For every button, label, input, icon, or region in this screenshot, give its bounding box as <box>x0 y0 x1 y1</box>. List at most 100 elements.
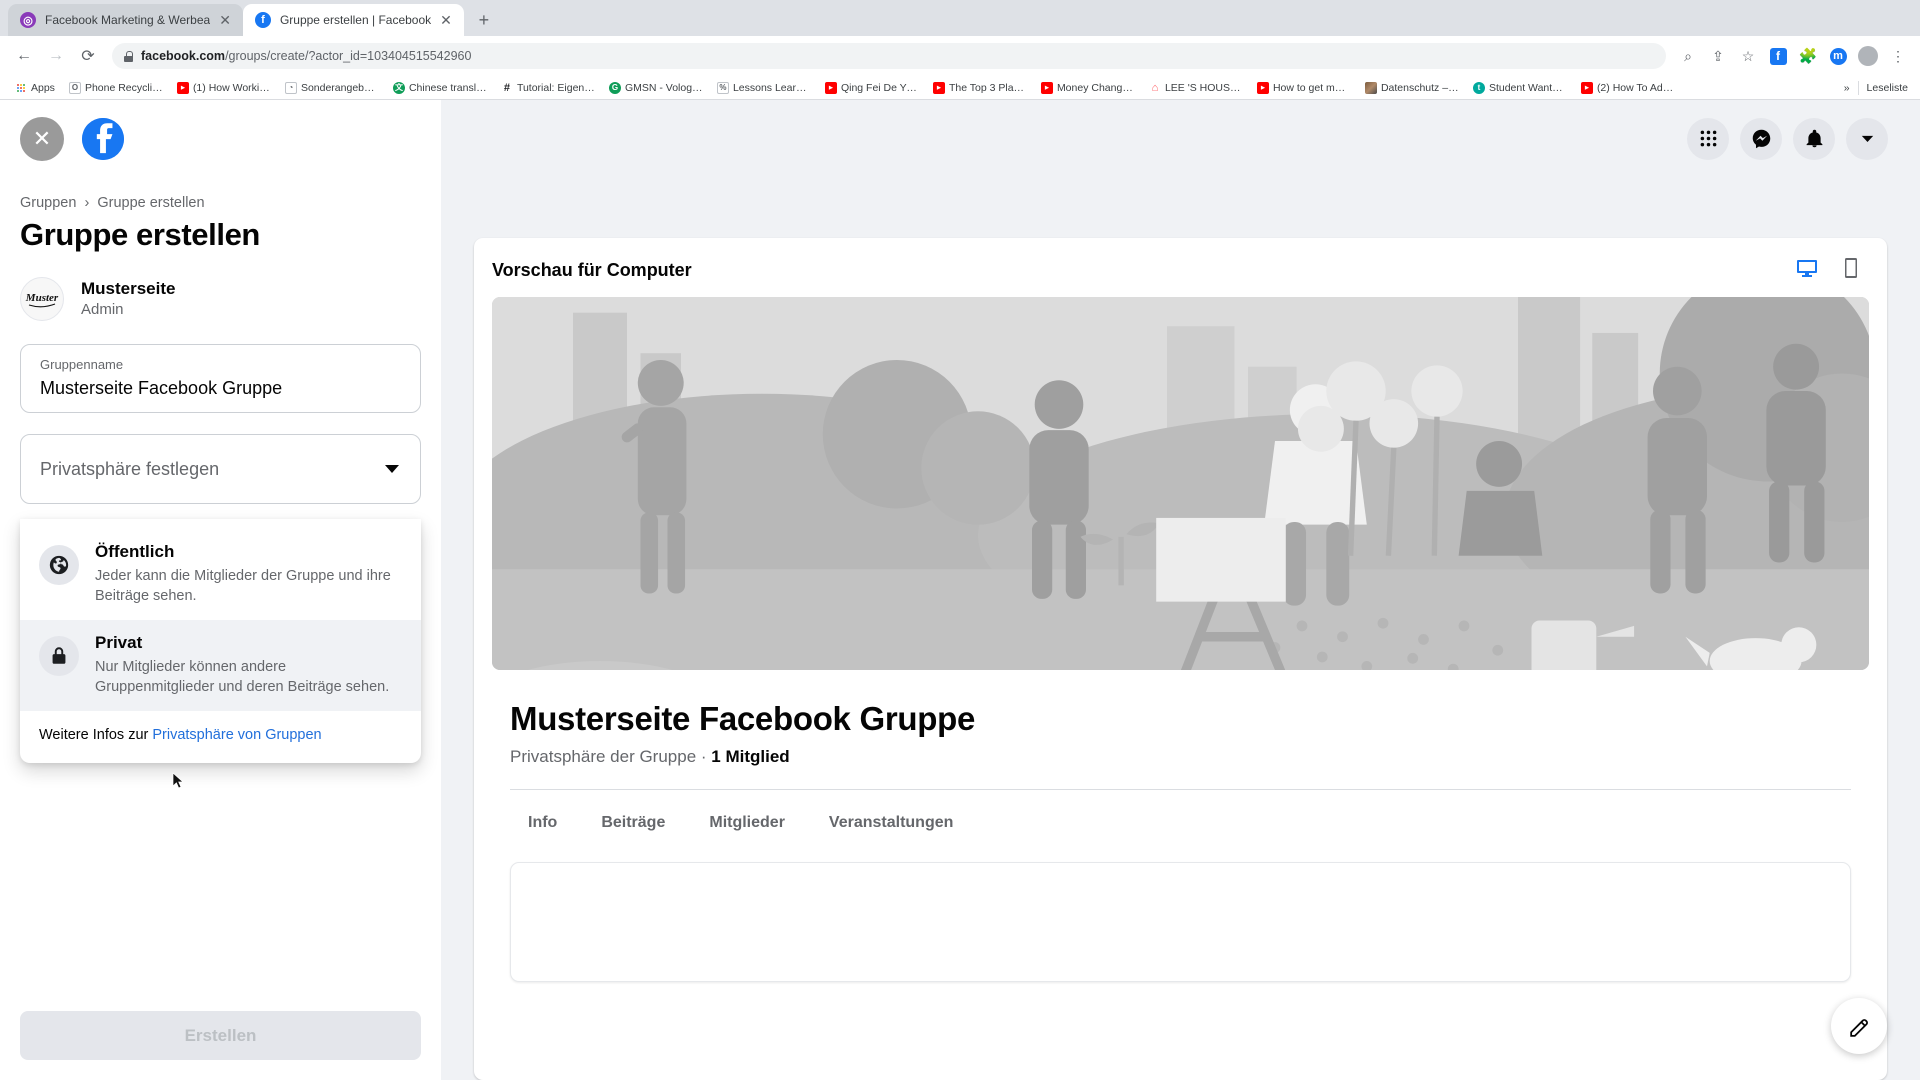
mouse-cursor <box>172 772 184 789</box>
account-name: Musterseite <box>81 279 176 299</box>
divider <box>1857 80 1859 95</box>
page-content: ✕ Gruppen › Gruppe erstellen Gruppe erst… <box>0 100 1920 1080</box>
bookmark-label: Chinese translatio <box>408 81 487 94</box>
tab-title: Facebook Marketing & Werbea <box>45 13 211 27</box>
privacy-info-link[interactable]: Privatsphäre von Gruppen <box>152 727 321 743</box>
hash-icon: # <box>503 81 510 94</box>
photo-icon <box>1364 81 1377 94</box>
mobile-view-icon[interactable] <box>1839 256 1863 285</box>
group-cover-image <box>492 297 1869 670</box>
bookmark-label: Money Changes E <box>1056 81 1135 94</box>
breadcrumb-current: Gruppe erstellen <box>97 195 205 211</box>
privacy-select-label: Privatsphäre festlegen <box>40 458 220 479</box>
browser-tab-1[interactable]: ◎ Facebook Marketing & Werbea ✕ <box>8 4 243 36</box>
bookmark-item[interactable]: Datenschutz – Re <box>1358 81 1466 94</box>
share-icon[interactable]: ⇪ <box>1706 44 1730 68</box>
close-icon[interactable]: ✕ <box>20 116 64 161</box>
white-circle-icon: % <box>716 81 729 94</box>
tab-beitraege[interactable]: Beiträge <box>583 798 683 848</box>
desktop-view-icon[interactable] <box>1795 256 1819 285</box>
bookmark-item[interactable]: % Lessons Learned f <box>710 81 818 94</box>
gardening-illustration <box>492 297 1869 670</box>
bookmark-label: How to get more v <box>1272 81 1351 94</box>
chevron-down-icon[interactable] <box>385 465 399 473</box>
messenger-extension-icon[interactable]: m <box>1826 44 1850 68</box>
puzzle-extension-icon[interactable]: 🧩 <box>1796 44 1820 68</box>
notifications-bell-icon[interactable] <box>1793 117 1835 160</box>
bookmark-item[interactable]: 文 Chinese translatio <box>386 81 494 94</box>
avatar: Muster <box>20 277 64 321</box>
bookmark-item[interactable]: G GMSN - Vologda, <box>602 81 710 94</box>
bookmark-item[interactable]: ◔ Sonderangebot! | <box>278 81 386 94</box>
breadcrumb: Gruppen › Gruppe erstellen <box>20 195 421 211</box>
bookmarks-overflow-icon[interactable]: » <box>1844 82 1850 94</box>
globe-icon <box>39 545 79 585</box>
bookmark-star-icon[interactable]: ☆ <box>1736 44 1760 68</box>
footer-text: Weitere Infos zur <box>39 727 153 744</box>
youtube-icon <box>1256 81 1269 94</box>
facebook-topbar <box>441 100 1920 177</box>
forward-icon[interactable]: → <box>42 42 70 70</box>
group-name-label: Gruppenname <box>40 356 124 372</box>
privacy-dropdown: Öffentlich Jeder kann die Mitglieder der… <box>20 519 421 764</box>
privacy-select[interactable]: Privatsphäre festlegen <box>20 434 421 504</box>
grid-menu-icon[interactable] <box>1687 117 1729 160</box>
bookmark-item[interactable]: How to get more v <box>1250 81 1358 94</box>
tab-veranstaltungen[interactable]: Veranstaltungen <box>811 798 971 848</box>
compose-pencil-icon[interactable] <box>1831 998 1887 1054</box>
profile-avatar[interactable] <box>1856 44 1880 68</box>
preview-view-toggles <box>1795 256 1863 285</box>
browser-tab-2[interactable]: f Gruppe erstellen | Facebook ✕ <box>242 4 464 36</box>
close-icon[interactable]: ✕ <box>219 13 231 27</box>
option-texts: Öffentlich Jeder kann die Mitglieder der… <box>95 541 402 606</box>
bookmark-item[interactable]: t Student Wants an <box>1466 81 1574 94</box>
bookmark-item[interactable]: The Top 3 Platfor <box>926 81 1034 94</box>
bookmark-label: Qing Fei De Yi - Y <box>840 81 919 94</box>
facebook-extension-icon[interactable]: f <box>1766 44 1790 68</box>
chrome-menu-icon[interactable]: ⋮ <box>1886 44 1910 68</box>
create-group-button[interactable]: Erstellen <box>20 1011 421 1060</box>
tab-mitglieder[interactable]: Mitglieder <box>691 798 803 848</box>
teal-circle-icon: t <box>1472 81 1485 94</box>
url-domain: facebook.com <box>141 49 226 63</box>
search-icon[interactable]: ⌕ <box>1676 44 1700 68</box>
bookmark-label: LEE 'S HOUSE— <box>1164 81 1243 94</box>
messenger-icon[interactable] <box>1740 117 1782 160</box>
back-icon[interactable]: ← <box>10 42 38 70</box>
bookmark-item[interactable]: Money Changes E <box>1034 81 1142 94</box>
bookmark-label: (1) How Working a <box>192 81 271 94</box>
breadcrumb-parent[interactable]: Gruppen <box>20 195 76 211</box>
toolbar-right-icons: ⌕ ⇪ ☆ f 🧩 m ⋮ <box>1676 44 1910 68</box>
privacy-option-public[interactable]: Öffentlich Jeder kann die Mitglieder der… <box>20 529 421 620</box>
address-bar[interactable]: facebook.com/groups/create/?actor_id=103… <box>112 43 1666 69</box>
panel-body: Gruppen › Gruppe erstellen Gruppe erstel… <box>0 177 441 1011</box>
bookmark-item[interactable]: ⌂ LEE 'S HOUSE— <box>1142 82 1250 94</box>
reading-list-button[interactable]: Leseliste <box>1867 82 1908 94</box>
close-icon[interactable]: ✕ <box>440 13 452 27</box>
lock-icon <box>39 636 79 677</box>
facebook-logo-icon[interactable] <box>82 117 124 160</box>
google-apps-icon <box>15 82 27 94</box>
account-chevron-icon[interactable] <box>1846 117 1888 160</box>
bookmark-item[interactable]: O Phone Recycling, <box>62 81 170 94</box>
svg-text:Muster: Muster <box>25 292 59 304</box>
youtube-icon <box>1040 81 1053 94</box>
bookmark-label: Apps <box>31 81 55 94</box>
bookmark-label: (2) How To Add A <box>1596 81 1675 94</box>
bookmark-item[interactable]: Qing Fei De Yi - Y <box>818 81 926 94</box>
bookmark-item[interactable]: (1) How Working a <box>170 81 278 94</box>
url-path: /groups/create/?actor_id=103404515542960 <box>225 49 472 63</box>
bookmark-label: Student Wants an <box>1488 81 1567 94</box>
bookmark-apps[interactable]: Apps <box>8 82 62 94</box>
tab-info[interactable]: Info <box>510 798 575 848</box>
bookmark-item[interactable]: (2) How To Add A <box>1574 81 1682 94</box>
account-role: Admin <box>81 300 124 318</box>
privacy-option-private[interactable]: Privat Nur Mitglieder können andere Grup… <box>20 620 421 712</box>
reload-icon[interactable]: ⟳ <box>74 42 102 70</box>
group-name-input[interactable]: Musterseite Facebook Gruppe <box>40 375 401 401</box>
account-row: Muster Musterseite Admin <box>20 277 421 321</box>
facebook-preview-area: Vorschau für Computer Musterseite Facebo… <box>441 100 1920 1080</box>
bookmark-item[interactable]: # Tutorial: Eigene Fa <box>494 82 602 94</box>
group-name-field[interactable]: Gruppenname Musterseite Facebook Gruppe <box>20 344 421 413</box>
new-tab-button[interactable]: + <box>470 6 498 34</box>
